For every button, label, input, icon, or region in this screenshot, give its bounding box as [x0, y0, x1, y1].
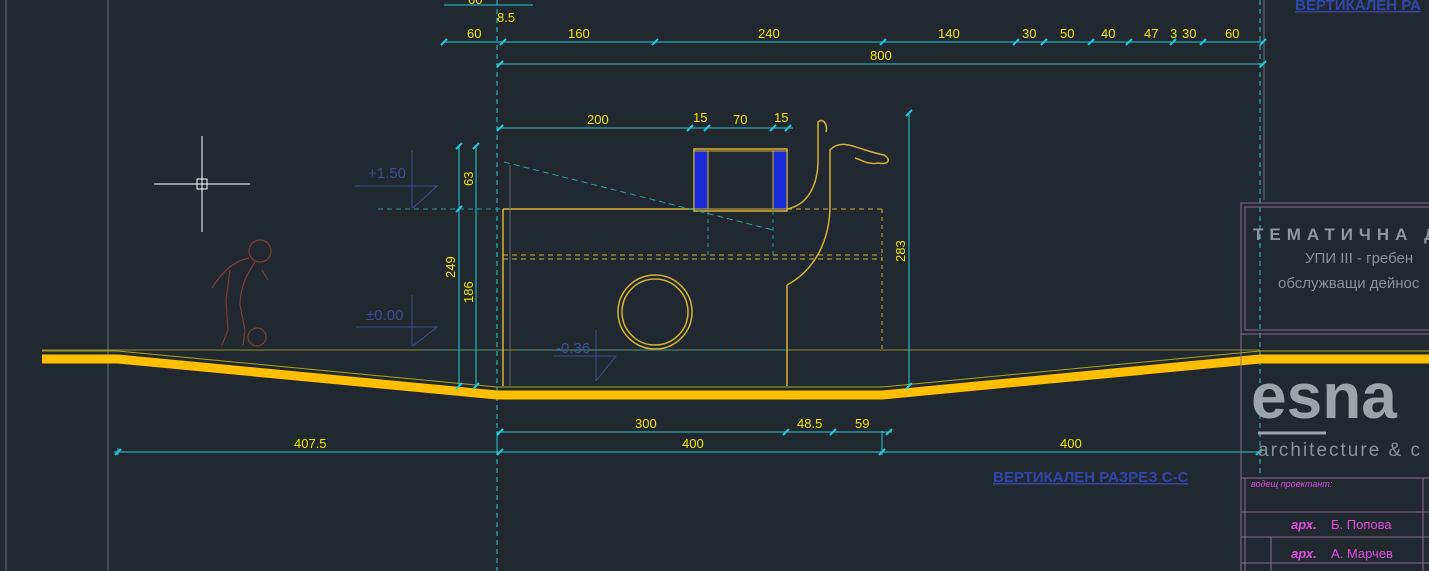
section-title-top: ВЕРТИКАЛЕН РА [1295, 0, 1421, 14]
section-title: ВЕРТИКАЛЕН РАЗРЕЗ С-С [993, 469, 1189, 486]
dim-bottom-300: 300 [635, 416, 657, 431]
ground-profile [42, 349, 1429, 400]
person-1-name: Б. Попова [1331, 517, 1392, 532]
dim-chain-4: 30 [1022, 26, 1036, 41]
level-minus-label: -0.36 [556, 340, 590, 357]
person-1-title: арх. [1291, 517, 1317, 532]
dim-chain-2: 240 [758, 26, 780, 41]
window-glass [693, 150, 788, 210]
company-logo-subtitle: architecture & c [1258, 440, 1422, 461]
dim-bottom-407-5: 407.5 [294, 436, 327, 451]
dim-chain-10: 60 [1225, 26, 1239, 41]
dim-chain-5: 50 [1060, 26, 1074, 41]
dim-bottom-400-b: 400 [1060, 436, 1082, 451]
level-plus-label: +1.50 [368, 165, 406, 182]
human-figure-icon [211, 239, 272, 347]
dim-vertical-283: 283 [893, 240, 908, 262]
dim-vertical-186: 186 [461, 281, 476, 303]
dim-chain-1: 160 [568, 26, 590, 41]
dim-chain-8: 3 [1170, 26, 1177, 41]
dim-obj-c: 70 [733, 112, 747, 127]
dim-bottom-59: 59 [855, 416, 869, 431]
title-block-line2: обслужващи дейнос [1278, 275, 1420, 292]
dim-obj-d: 15 [774, 110, 788, 125]
lead-designer-label: водещ проектант: [1251, 479, 1333, 489]
dim-chain-7: 47 [1144, 26, 1158, 41]
crosshair-cursor-icon [154, 136, 250, 232]
dim-chain-6: 40 [1101, 26, 1115, 41]
level-zero-label: ±0.00 [366, 307, 403, 324]
cad-drawing-canvas[interactable]: +1.50 ±0.00 -0.36 8.5 60 160 240 140 30 … [0, 0, 1429, 571]
dim-top-small-a: 60 [468, 0, 482, 7]
dim-chain-0: 60 [467, 26, 481, 41]
person-2-title: арх. [1291, 546, 1317, 561]
dim-vertical-63: 63 [461, 172, 476, 186]
dim-vertical-249: 249 [443, 256, 458, 278]
dim-obj-b: 15 [693, 110, 707, 125]
dim-top-small-b: 8.5 [497, 10, 515, 25]
title-block-line1: УПИ III - гребен [1305, 250, 1413, 267]
dim-bottom-400-a: 400 [682, 436, 704, 451]
dimension-texts: 60 8.5 60 160 240 140 30 50 40 47 3 30 6… [294, 0, 1239, 451]
dim-obj-a: 200 [587, 112, 609, 127]
title-block-heading: ТЕМАТИЧНА ДЕ [1253, 225, 1429, 244]
dim-chain-9: 30 [1182, 26, 1196, 41]
person-2-name: А. Марчев [1331, 546, 1393, 561]
dim-total: 800 [870, 48, 892, 63]
dim-bottom-48-5: 48.5 [797, 416, 822, 431]
title-block: ТЕМАТИЧНА ДЕ УПИ III - гребен обслужващи… [1240, 202, 1429, 571]
company-logo: esna [1251, 360, 1397, 432]
dim-chain-3: 140 [938, 26, 960, 41]
